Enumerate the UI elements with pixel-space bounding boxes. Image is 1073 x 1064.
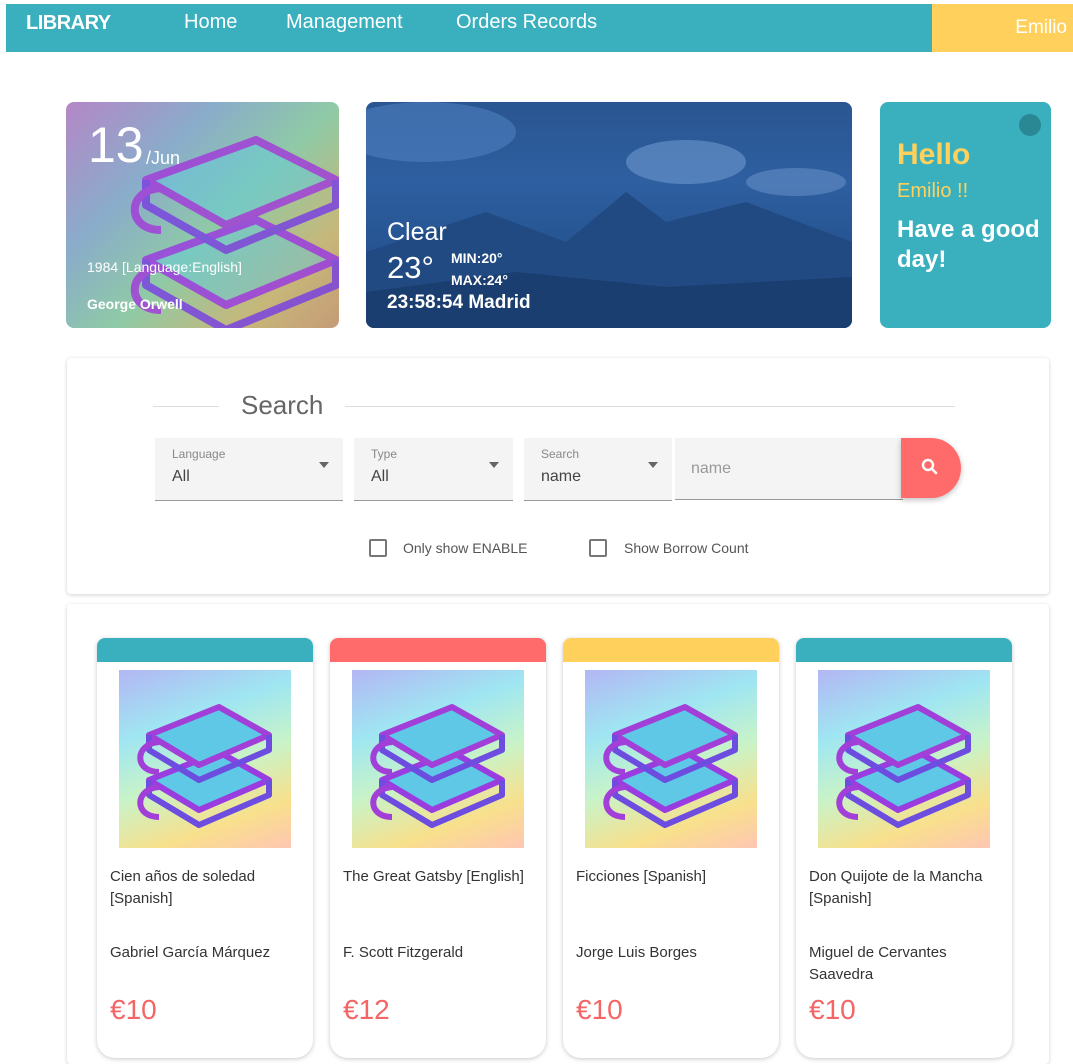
- weather-min: MIN:20°: [451, 250, 503, 266]
- book-author: Gabriel García Márquez: [110, 944, 271, 961]
- chevron-down-icon: [648, 462, 658, 468]
- search-field-select[interactable]: Search name: [524, 438, 672, 501]
- book-title: Ficciones [Spanish]: [576, 868, 707, 885]
- search-input[interactable]: [675, 438, 903, 500]
- book-card[interactable]: The Great Gatsby [English] F. Scott Fitz…: [330, 638, 546, 1058]
- book-card[interactable]: Ficciones [Spanish] Jorge Luis Borges €1…: [563, 638, 779, 1058]
- date-day: 13: [88, 117, 144, 173]
- status-dot-icon: [1019, 114, 1041, 136]
- books-stack-icon: [603, 704, 738, 828]
- logo[interactable]: LIBRARY: [26, 12, 111, 35]
- book-price: €10: [110, 994, 157, 1025]
- chevron-down-icon: [489, 462, 499, 468]
- divider: [153, 406, 219, 407]
- book-title: The Great Gatsby [English]: [343, 868, 524, 885]
- book-price: €10: [576, 994, 623, 1025]
- books-stack-icon: [836, 704, 971, 828]
- nav-home[interactable]: Home: [184, 11, 237, 34]
- divider: [345, 406, 955, 407]
- type-label: Type: [371, 447, 398, 461]
- date-month: /Jun: [146, 148, 181, 168]
- search-field-value: name: [541, 468, 582, 485]
- language-value: All: [172, 468, 190, 485]
- featured-book-author: George Orwell: [87, 296, 183, 312]
- book-title: Don Quijote de la Mancha [Spanish]: [809, 868, 983, 907]
- featured-book-card[interactable]: 13 /Jun 1984 [Language:English] George O…: [66, 102, 339, 328]
- chevron-down-icon: [319, 462, 329, 468]
- book-author: Miguel de Cervantes Saavedra: [809, 944, 947, 983]
- language-select[interactable]: Language All: [155, 438, 343, 501]
- borrow-count-checkbox[interactable]: [589, 539, 607, 557]
- user-menu[interactable]: Emilio: [932, 4, 1073, 52]
- nav-management[interactable]: Management: [286, 11, 403, 34]
- search-title: Search: [241, 390, 324, 420]
- book-cover: [119, 670, 291, 848]
- book-title: Cien años de soledad [Spanish]: [110, 868, 256, 907]
- book-card[interactable]: Cien años de soledad [Spanish] Gabriel G…: [97, 638, 313, 1058]
- book-list-panel: Cien años de soledad [Spanish] Gabriel G…: [67, 604, 1049, 1064]
- card-color-band: [563, 638, 779, 662]
- greeting-message: Have a good day!: [897, 216, 1040, 273]
- greeting-hello: Hello: [897, 138, 971, 171]
- search-panel: Search Language All Type All Search name…: [67, 358, 1049, 594]
- search-icon: [921, 458, 938, 475]
- type-value: All: [371, 468, 389, 485]
- book-price: €12: [343, 994, 390, 1025]
- top-navbar: LIBRARY Home Management Orders Records E…: [6, 4, 1073, 52]
- type-select[interactable]: Type All: [354, 438, 513, 501]
- book-author: Jorge Luis Borges: [576, 944, 697, 961]
- card-color-band: [796, 638, 1012, 662]
- book-cover: [352, 670, 524, 848]
- borrow-count-label: Show Borrow Count: [624, 540, 749, 556]
- greeting-card: Hello Emilio !! Have a good day!: [880, 102, 1051, 328]
- featured-book-title: 1984 [Language:English]: [87, 259, 242, 275]
- card-color-band: [330, 638, 546, 662]
- only-enable-label: Only show ENABLE: [403, 540, 528, 556]
- book-cover: [585, 670, 757, 848]
- greeting-name: Emilio !!: [897, 180, 969, 202]
- card-color-band: [97, 638, 313, 662]
- book-price: €10: [809, 994, 856, 1025]
- weather-card: Clear 23° MIN:20° MAX:24° 23:58:54 Madri…: [366, 102, 852, 328]
- only-enable-checkbox[interactable]: [369, 539, 387, 557]
- book-card[interactable]: Don Quijote de la Mancha [Spanish] Migue…: [796, 638, 1012, 1058]
- search-button[interactable]: [901, 438, 961, 498]
- nav-orders-records[interactable]: Orders Records: [456, 11, 597, 34]
- weather-max: MAX:24°: [451, 272, 508, 288]
- search-field-label: Search: [541, 447, 580, 461]
- weather-time-city: 23:58:54 Madrid: [387, 292, 531, 313]
- language-label: Language: [172, 447, 226, 461]
- book-author: F. Scott Fitzgerald: [343, 944, 464, 961]
- books-stack-icon: [137, 704, 272, 828]
- weather-condition: Clear: [387, 218, 447, 246]
- user-name: Emilio: [1015, 17, 1067, 38]
- weather-temperature: 23°: [387, 250, 434, 285]
- books-stack-icon: [370, 704, 505, 828]
- book-cover: [818, 670, 990, 848]
